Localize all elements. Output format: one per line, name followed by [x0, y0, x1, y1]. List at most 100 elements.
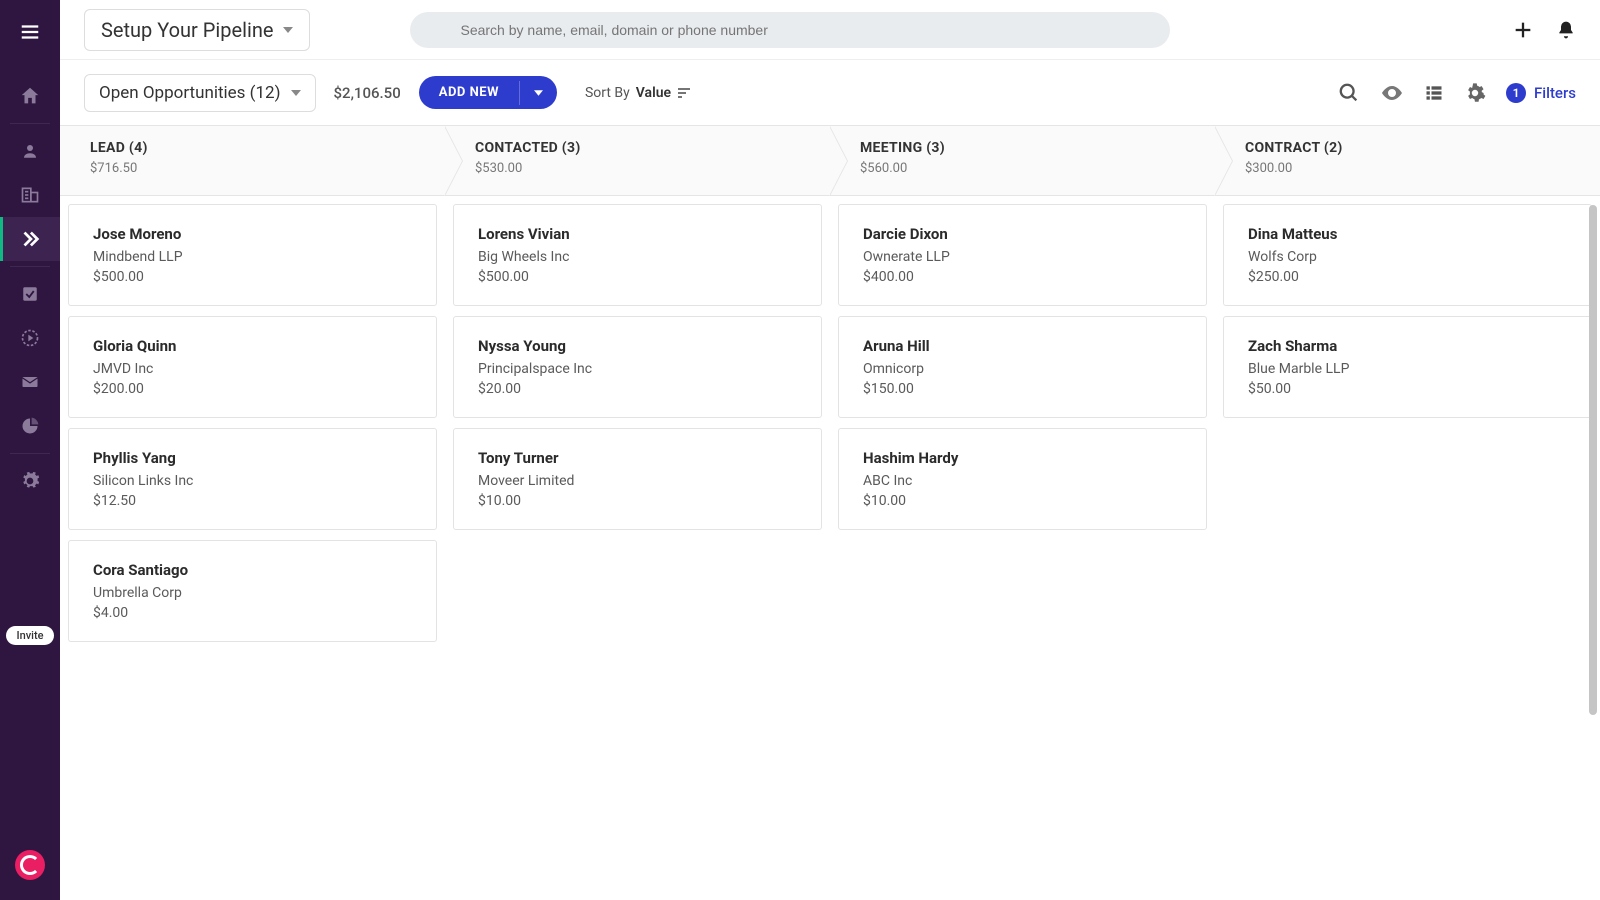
add-new-label: ADD NEW	[419, 76, 519, 109]
card-company: Wolfs Corp	[1248, 249, 1567, 265]
opportunity-card[interactable]: Phyllis YangSilicon Links Inc$12.50	[68, 428, 437, 530]
gear-icon	[1464, 82, 1486, 104]
caret-down-icon	[283, 27, 293, 33]
card-amount: $4.00	[93, 605, 412, 621]
card-name: Hashim Hardy	[863, 449, 1182, 467]
add-button[interactable]	[1512, 19, 1534, 41]
opportunity-card[interactable]: Lorens VivianBig Wheels Inc$500.00	[453, 204, 822, 306]
sort-value: Value	[636, 85, 671, 101]
building-icon	[20, 185, 40, 205]
card-amount: $50.00	[1248, 381, 1567, 397]
nav-companies[interactable]	[0, 173, 60, 217]
view-selector[interactable]: Open Opportunities (12)	[84, 74, 316, 112]
opportunity-card[interactable]: Hashim HardyABC Inc$10.00	[838, 428, 1207, 530]
list-view-button[interactable]	[1424, 83, 1444, 103]
search-toolbar-button[interactable]	[1338, 82, 1360, 104]
nav-tasks[interactable]	[0, 272, 60, 316]
hamburger-icon	[19, 21, 41, 43]
column-header[interactable]: CONTACTED (3)$530.00	[445, 126, 830, 196]
nav-settings[interactable]	[0, 459, 60, 503]
pipeline-column: CONTACTED (3)$530.00Lorens VivianBig Whe…	[445, 126, 830, 900]
cards-container: Dina MatteusWolfs Corp$250.00Zach Sharma…	[1215, 196, 1600, 426]
pipeline-selector[interactable]: Setup Your Pipeline	[84, 9, 310, 51]
column-value: $560.00	[860, 161, 1185, 176]
caret-down-icon	[534, 90, 543, 96]
card-company: Blue Marble LLP	[1248, 361, 1567, 377]
nav-reports[interactable]	[0, 404, 60, 448]
toolbar: Open Opportunities (12) $2,106.50 ADD NE…	[60, 60, 1600, 125]
settings-button[interactable]	[1464, 82, 1486, 104]
eye-icon	[1380, 81, 1404, 105]
nav-contacts[interactable]	[0, 129, 60, 173]
nav-mail[interactable]	[0, 360, 60, 404]
mail-icon	[20, 372, 40, 392]
filters-label: Filters	[1534, 84, 1576, 102]
plus-icon	[1512, 19, 1534, 41]
gear-icon	[20, 471, 40, 491]
nav-pipeline[interactable]	[0, 217, 60, 261]
column-header[interactable]: LEAD (4)$716.50	[60, 126, 445, 196]
card-amount: $500.00	[93, 269, 412, 285]
add-new-dropdown[interactable]	[519, 81, 557, 105]
invite-button[interactable]: Invite	[6, 626, 53, 645]
column-header[interactable]: MEETING (3)$560.00	[830, 126, 1215, 196]
search-icon	[1338, 82, 1360, 104]
cards-container: Lorens VivianBig Wheels Inc$500.00Nyssa …	[445, 196, 830, 538]
card-name: Aruna Hill	[863, 337, 1182, 355]
card-name: Nyssa Young	[478, 337, 797, 355]
scrollbar-thumb[interactable]	[1589, 205, 1597, 715]
opportunity-card[interactable]: Tony TurnerMoveer Limited$10.00	[453, 428, 822, 530]
card-company: Moveer Limited	[478, 473, 797, 489]
pipeline-column: LEAD (4)$716.50 Jose Moreno Mindbend LLP $5…	[60, 126, 445, 900]
list-icon	[1424, 83, 1444, 103]
opportunity-card[interactable]: Zach SharmaBlue Marble LLP$50.00	[1223, 316, 1592, 418]
opportunity-card[interactable]: Jose Moreno Mindbend LLP $500.00	[68, 204, 437, 306]
card-amount: $12.50	[93, 493, 412, 509]
pie-chart-icon	[20, 416, 40, 436]
topbar: Setup Your Pipeline	[60, 0, 1600, 60]
app-logo[interactable]	[15, 850, 45, 880]
nav-home[interactable]	[0, 74, 60, 118]
card-company: Big Wheels Inc	[478, 249, 797, 265]
column-value: $716.50	[90, 161, 415, 176]
card-amount: $10.00	[478, 493, 797, 509]
card-amount: $20.00	[478, 381, 797, 397]
menu-toggle[interactable]	[0, 10, 60, 54]
visibility-button[interactable]	[1380, 81, 1404, 105]
opportunity-card[interactable]: Darcie Dixon Ownerate LLP $400.00	[838, 204, 1207, 306]
column-header[interactable]: CONTRACT (2)$300.00	[1215, 126, 1600, 196]
card-company: Mindbend LLP	[93, 249, 412, 265]
card-company: Ownerate LLP	[863, 249, 1182, 265]
caret-down-icon	[291, 90, 301, 96]
chevrons-right-icon	[19, 228, 41, 250]
person-icon	[21, 142, 39, 160]
pipeline-label: Setup Your Pipeline	[101, 18, 273, 42]
divider	[10, 266, 50, 267]
bell-icon	[1556, 20, 1576, 40]
sort-selector[interactable]: Sort By Value	[585, 85, 691, 101]
nav-activity[interactable]	[0, 316, 60, 360]
opportunity-card[interactable]: Dina MatteusWolfs Corp$250.00	[1223, 204, 1592, 306]
scrollbar[interactable]	[1589, 205, 1599, 805]
opportunity-card[interactable]: Gloria QuinnJMVD Inc$200.00	[68, 316, 437, 418]
card-amount: $10.00	[863, 493, 1182, 509]
search-input[interactable]	[410, 12, 1170, 48]
column-title: CONTACTED (3)	[475, 140, 800, 156]
filter-count-badge: 1	[1506, 83, 1526, 103]
divider	[10, 453, 50, 454]
opportunity-card[interactable]: Cora SantiagoUmbrella Corp$4.00	[68, 540, 437, 642]
card-amount: $150.00	[863, 381, 1182, 397]
add-new-button[interactable]: ADD NEW	[419, 76, 557, 109]
sidebar: Invite	[0, 0, 60, 900]
card-company: Principalspace Inc	[478, 361, 797, 377]
filters-button[interactable]: 1 Filters	[1506, 83, 1576, 103]
opportunity-card[interactable]: Nyssa Young Principalspace Inc $20.00	[453, 316, 822, 418]
card-company: Silicon Links Inc	[93, 473, 412, 489]
notifications-button[interactable]	[1556, 20, 1576, 40]
card-name: Jose Moreno	[93, 225, 412, 243]
card-name: Darcie Dixon	[863, 225, 1182, 243]
card-amount: $400.00	[863, 269, 1182, 285]
opportunity-card[interactable]: Aruna HillOmnicorp$150.00	[838, 316, 1207, 418]
cards-container: Darcie Dixon Ownerate LLP $400.00 Aruna Hil…	[830, 196, 1215, 538]
card-name: Cora Santiago	[93, 561, 412, 579]
